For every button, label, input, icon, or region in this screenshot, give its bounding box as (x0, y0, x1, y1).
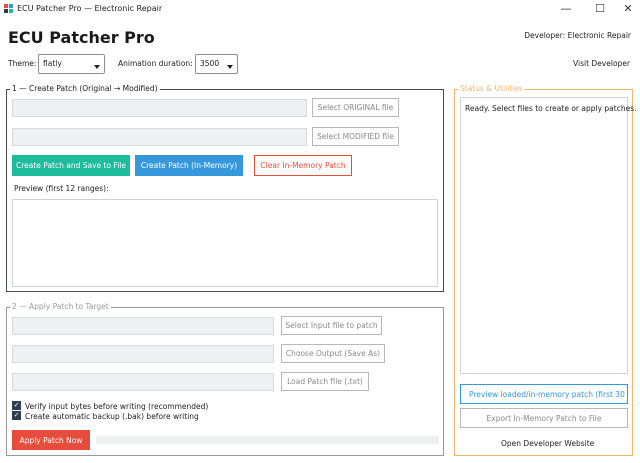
backup-checkbox[interactable]: ✓ (12, 411, 21, 420)
patch-file-field[interactable] (12, 373, 274, 391)
minimize-button[interactable]: — (550, 0, 582, 17)
status-textbox[interactable] (460, 97, 628, 374)
theme-select[interactable]: flatly (38, 54, 105, 74)
apply-patch-legend: 2 — Apply Patch to Target (10, 302, 111, 311)
original-file-field[interactable] (12, 99, 307, 117)
modified-file-field[interactable] (12, 128, 307, 146)
select-modified-button[interactable]: Select MODIFIED file (312, 127, 399, 146)
preview-textbox[interactable] (12, 199, 438, 287)
animation-label: Animation duration: (118, 59, 193, 68)
verify-checkbox[interactable]: ✓ (12, 401, 21, 410)
window-title: ECU Patcher Pro — Electronic Repair (17, 4, 163, 13)
select-input-button[interactable]: Select Input file to patch (281, 316, 382, 335)
verify-checkbox-label: Verify input bytes before writing (recom… (25, 402, 209, 411)
export-patch-button[interactable]: Export In-Memory Patch to File (460, 408, 628, 428)
developer-label: Developer: Electronic Repair (524, 31, 631, 40)
create-patch-legend: 1 — Create Patch (Original → Modified) (10, 84, 160, 93)
backup-checkbox-label: Create automatic backup (.bak) before wr… (25, 412, 199, 421)
maximize-icon: ☐ (595, 2, 605, 15)
theme-value: flatly (43, 59, 62, 68)
app-title: ECU Patcher Pro (8, 28, 155, 47)
close-button[interactable]: ✕ (612, 0, 640, 17)
visit-developer-button[interactable]: Visit Developer (573, 59, 630, 68)
input-file-field[interactable] (12, 317, 274, 335)
minimize-icon: — (560, 2, 572, 15)
app-icon (4, 4, 13, 13)
select-original-button[interactable]: Select ORIGINAL file (312, 98, 399, 117)
create-patch-save-button[interactable]: Create Patch and Save to File (12, 155, 130, 176)
choose-output-button[interactable]: Choose Output (Save As) (281, 344, 385, 363)
preview-label: Preview (first 12 ranges): (14, 184, 109, 193)
chevron-down-icon (94, 65, 100, 69)
close-icon: ✕ (623, 2, 633, 15)
apply-progress-bar (96, 436, 439, 444)
status-message: Ready. Select files to create or apply p… (465, 104, 637, 113)
theme-label: Theme: (8, 59, 37, 68)
preview-patch-button[interactable]: Preview loaded/in-memory patch (first 30… (460, 384, 628, 404)
apply-patch-button[interactable]: Apply Patch Now (12, 430, 90, 450)
clear-memory-patch-button[interactable]: Clear In-Memory Patch (254, 155, 352, 176)
animation-select[interactable]: 3500 (195, 54, 238, 74)
load-patch-button[interactable]: Load Patch file (.txt) (281, 372, 369, 391)
chevron-down-icon (227, 65, 233, 69)
create-patch-memory-button[interactable]: Create Patch (In-Memory) (135, 155, 243, 176)
output-file-field[interactable] (12, 345, 274, 363)
animation-value: 3500 (200, 59, 220, 68)
status-legend: Status & Utilities (458, 84, 525, 93)
open-website-button[interactable]: Open Developer Website (501, 439, 594, 448)
